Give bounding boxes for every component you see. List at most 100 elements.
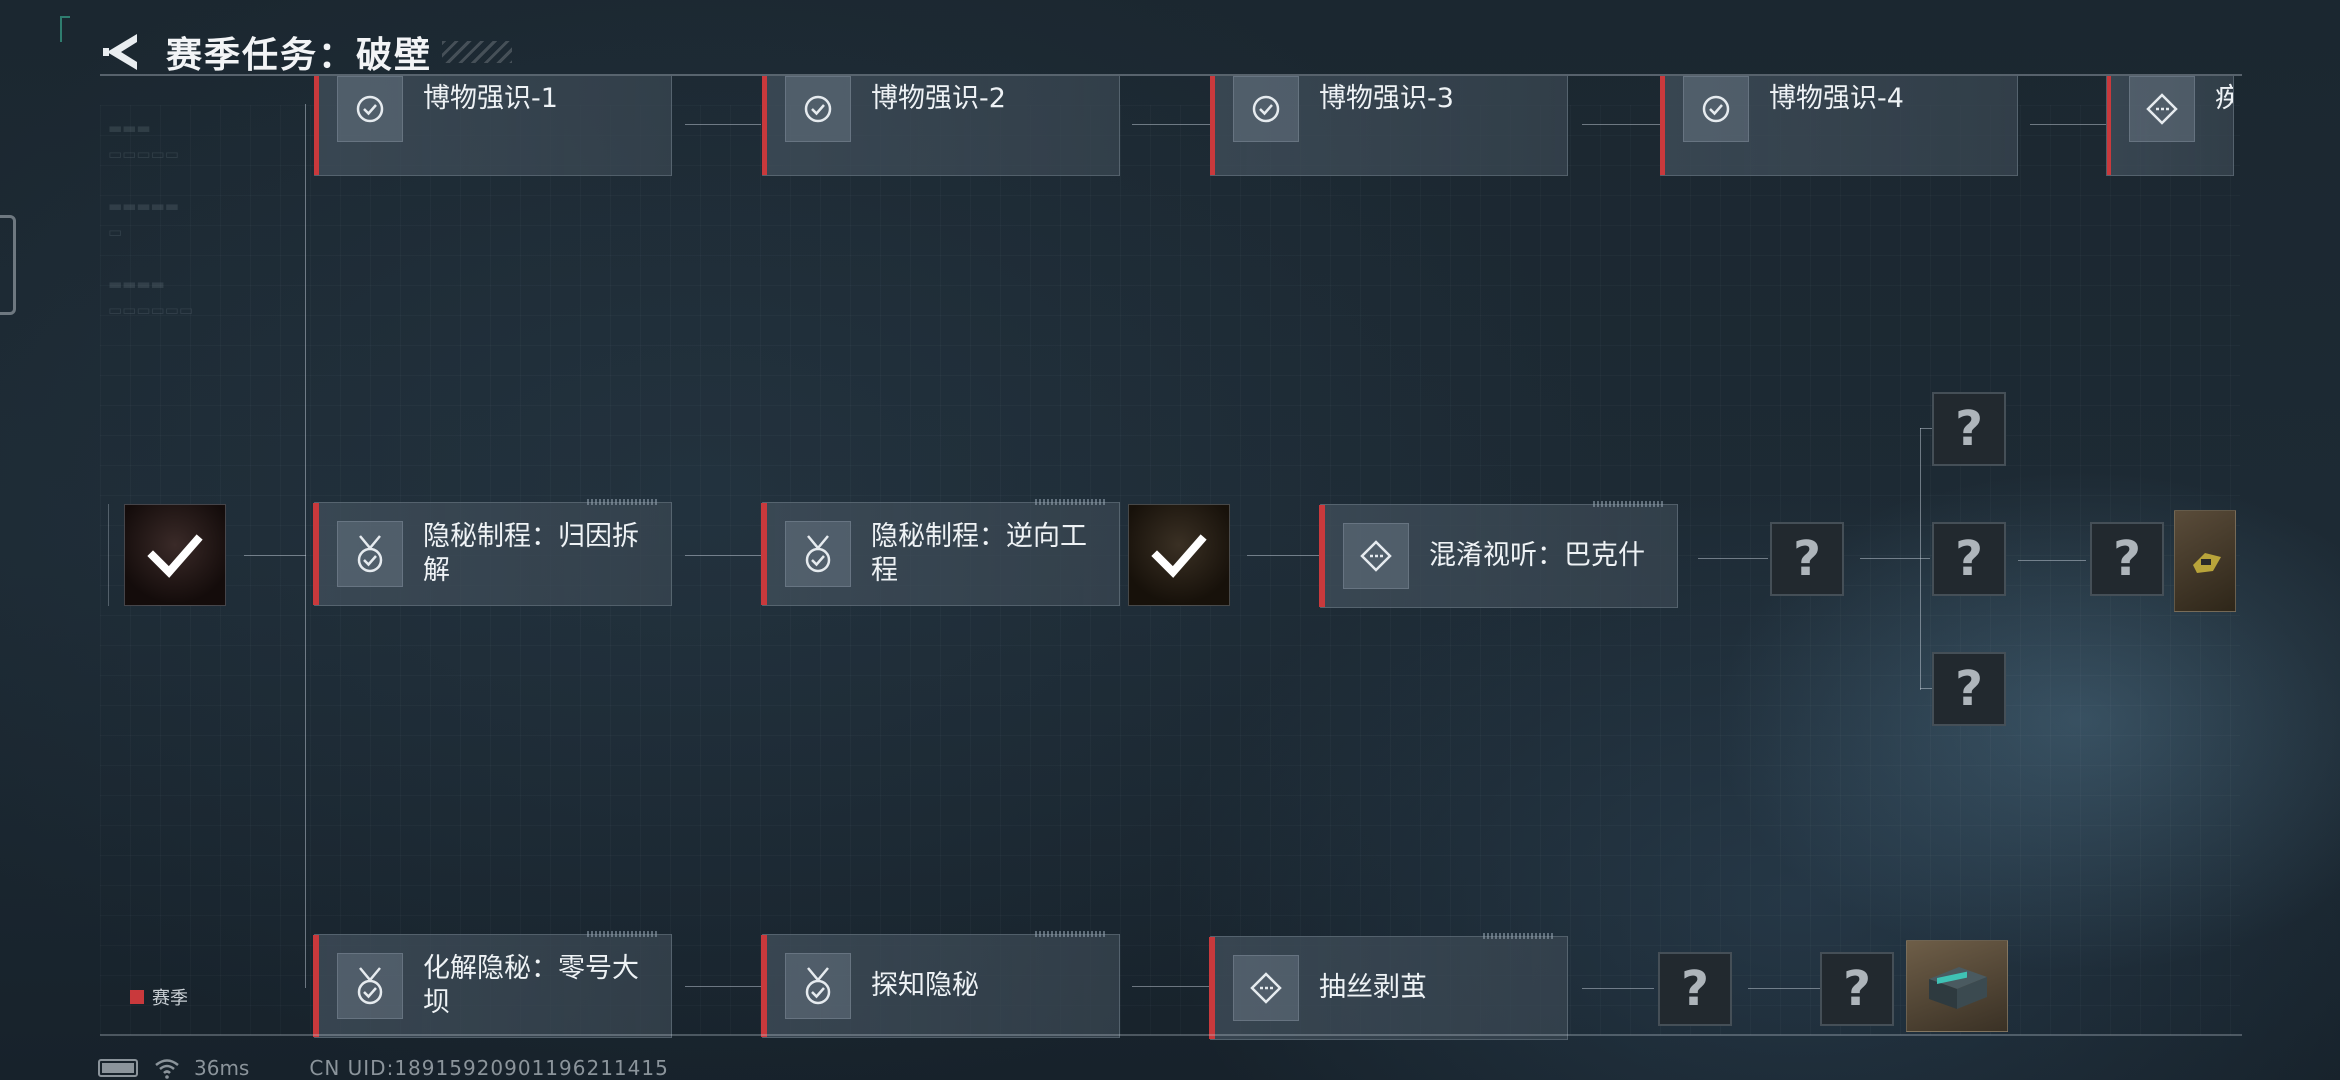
- task-label: 博物强识-1: [423, 83, 558, 114]
- side-drawer-handle[interactable]: [0, 215, 16, 315]
- checkmark-circle-icon: [1702, 95, 1730, 123]
- legend-swatch: [130, 990, 144, 1004]
- task-card-chousi[interactable]: 抽丝剥茧: [1209, 933, 1568, 1040]
- connector: [1132, 124, 1210, 125]
- task-label: 化解隐秘：零号大坝: [423, 953, 639, 1018]
- back-button[interactable]: [100, 30, 140, 74]
- connector: [685, 555, 761, 556]
- connector: [1582, 124, 1660, 125]
- task-icon-box: [1683, 76, 1749, 142]
- connector: [108, 504, 109, 606]
- status-bar: 36ms CN UID:18915920901196211415: [98, 1056, 669, 1080]
- task-icon-box: [1233, 955, 1299, 1021]
- connector: [1920, 688, 1932, 689]
- connector: [2018, 560, 2086, 561]
- task-icon-box: [785, 953, 851, 1019]
- diamond-dash-icon: [1250, 972, 1282, 1004]
- task-label: 博物强识-2: [871, 83, 1006, 114]
- user-uid: CN UID:18915920901196211415: [309, 1056, 669, 1080]
- reward-item-image[interactable]: [1906, 940, 2008, 1032]
- footer-divider: [100, 1034, 2242, 1036]
- connector: [1920, 428, 1921, 690]
- task-label: 博物强识-4: [1769, 83, 1904, 114]
- task-label: 博物强识-3: [1319, 83, 1454, 114]
- diamond-dash-icon: [1360, 540, 1392, 572]
- connector: [2030, 124, 2106, 125]
- connector: [1698, 558, 1768, 559]
- locked-task-unknown[interactable]: ?: [1770, 522, 1844, 596]
- checkmark-circle-icon: [1252, 95, 1280, 123]
- card-decoration: [587, 499, 657, 505]
- task-card-bowu-3[interactable]: 博物强识-3: [1210, 76, 1568, 176]
- reward-chest-icon: [1929, 967, 1987, 1009]
- locked-task-unknown[interactable]: ?: [1820, 952, 1894, 1026]
- medal-check-icon: [805, 535, 831, 573]
- connector: [1748, 988, 1820, 989]
- reward-item-image[interactable]: [2174, 510, 2236, 612]
- title-decoration: [442, 41, 513, 63]
- back-arrow-icon: [103, 34, 137, 70]
- task-card-bowu-2[interactable]: 博物强识-2: [762, 76, 1120, 176]
- header: 赛季任务：破壁: [100, 24, 513, 80]
- task-label: 混淆视听：巴克什: [1429, 540, 1645, 571]
- legend-label: 赛季: [152, 988, 188, 1009]
- medal-check-icon: [805, 967, 831, 1005]
- medal-check-icon: [357, 967, 383, 1005]
- header-divider: [100, 74, 2242, 76]
- connector: [1132, 986, 1210, 987]
- completed-reward-1[interactable]: [124, 504, 226, 606]
- task-icon-box: [337, 521, 403, 587]
- card-decoration: [1035, 931, 1105, 937]
- task-card-tanzhi[interactable]: 探知隐秘: [761, 931, 1120, 1038]
- task-icon-box: [1343, 523, 1409, 589]
- task-label: 疾: [2215, 82, 2233, 116]
- task-card-yinmi-2[interactable]: 隐秘制程：逆向工程: [761, 499, 1120, 606]
- task-icon-box: [1233, 76, 1299, 142]
- task-label: 抽丝剥茧: [1319, 972, 1427, 1003]
- completed-reward-2[interactable]: [1128, 504, 1230, 606]
- reward-item-icon: [2193, 553, 2221, 573]
- completed-check-icon: [147, 534, 203, 578]
- connector: [685, 986, 761, 987]
- card-decoration: [1593, 501, 1663, 507]
- card-decoration: [1035, 499, 1105, 505]
- diamond-dash-icon: [2146, 93, 2178, 125]
- locked-task-unknown[interactable]: ?: [1932, 392, 2006, 466]
- task-icon-box: [337, 76, 403, 142]
- task-card-huajie[interactable]: 化解隐秘：零号大坝: [313, 931, 672, 1038]
- task-label: 隐秘制程：逆向工程: [871, 521, 1087, 586]
- connector: [244, 555, 306, 556]
- task-card-yinmi-1[interactable]: 隐秘制程：归因拆解: [313, 499, 672, 606]
- task-card-bowu-4[interactable]: 博物强识-4: [1660, 76, 2018, 176]
- connector: [1582, 988, 1654, 989]
- legend: 赛季: [130, 984, 188, 1010]
- medal-check-icon: [357, 535, 383, 573]
- connector: [305, 104, 306, 988]
- task-icon-box: [785, 521, 851, 587]
- task-card-hunxiao[interactable]: 混淆视听：巴克什: [1319, 501, 1678, 608]
- locked-task-unknown[interactable]: ?: [1658, 952, 1732, 1026]
- corner-mark: [60, 16, 70, 42]
- checkmark-circle-icon: [356, 95, 384, 123]
- locked-task-unknown[interactable]: ?: [1932, 652, 2006, 726]
- task-icon-box: [785, 76, 851, 142]
- connector: [1247, 555, 1319, 556]
- ping-value: 36ms: [194, 1056, 250, 1080]
- connector: [1920, 428, 1932, 429]
- card-decoration: [587, 931, 657, 937]
- task-card-bowu-5[interactable]: 疾: [2106, 76, 2234, 176]
- page-title: 赛季任务：破壁: [166, 35, 433, 76]
- battery-icon: [98, 1059, 138, 1077]
- faint-background-panel: ▬▬▬ ▭▭▭▭▭ ▬▬▬▬▬ ▭ ▬▬▬▬ ▭▭▭▭▭▭: [108, 119, 194, 319]
- card-decoration: [1483, 933, 1553, 939]
- locked-task-unknown[interactable]: ?: [2090, 522, 2164, 596]
- completed-check-icon: [1151, 534, 1207, 578]
- task-label: 隐秘制程：归因拆解: [423, 521, 639, 586]
- checkmark-circle-icon: [804, 95, 832, 123]
- task-label: 探知隐秘: [871, 970, 979, 1001]
- connector: [685, 124, 761, 125]
- locked-task-unknown[interactable]: ?: [1932, 522, 2006, 596]
- task-card-bowu-1[interactable]: 博物强识-1: [314, 76, 672, 176]
- task-icon-box: [2129, 76, 2195, 142]
- task-icon-box: [337, 953, 403, 1019]
